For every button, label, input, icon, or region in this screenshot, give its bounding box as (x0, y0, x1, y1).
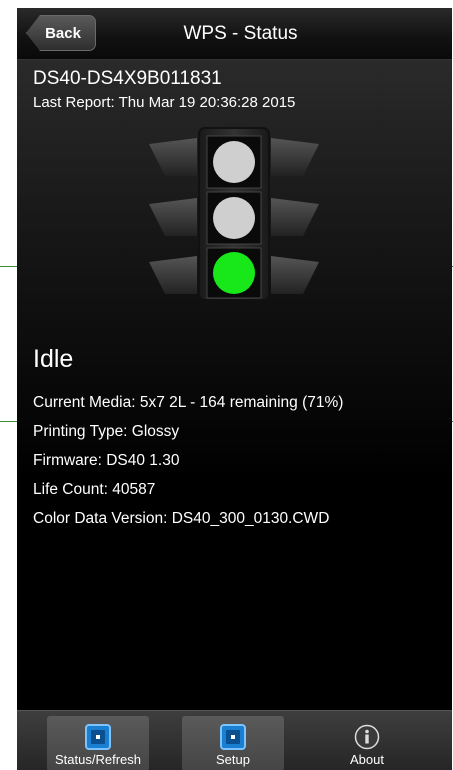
traffic-light-icon (149, 122, 319, 300)
device-name: DS40-DS4X9B011831 (33, 68, 222, 89)
printing-type: Printing Type: Glossy (33, 423, 180, 440)
left-guide-line (0, 266, 17, 267)
info-icon (354, 724, 380, 750)
bottom-lamp (213, 252, 255, 294)
life-count: Life Count: 40587 (33, 481, 156, 498)
setup-icon (220, 724, 246, 750)
page-title: WPS - Status (183, 23, 298, 44)
firmware: Firmware: DS40 1.30 (33, 452, 180, 469)
left-guide-line-2 (0, 421, 17, 422)
tab-setup[interactable]: Setup (182, 716, 284, 770)
tab-about-label: About (350, 752, 384, 767)
app-screen: Back WPS - Status DS40-DS4X9B011831 Last… (17, 8, 452, 770)
middle-lamp (213, 197, 255, 239)
current-media: Current Media: 5x7 2L - 164 remaining (7… (33, 394, 344, 411)
status-panel: DS40-DS4X9B011831 Last Report: Thu Mar 1… (17, 60, 452, 710)
tab-about[interactable]: About (316, 716, 418, 770)
tab-setup-label: Setup (216, 752, 250, 767)
last-report-time: Last Report: Thu Mar 19 20:36:28 2015 (33, 94, 296, 111)
title-bar: Back WPS - Status (17, 8, 452, 60)
printer-state: Idle (33, 345, 74, 373)
color-data-version: Color Data Version: DS40_300_0130.CWD (33, 510, 330, 527)
bottom-tab-bar: Status/Refresh Setup About (17, 710, 452, 770)
tab-status-refresh-label: Status/Refresh (55, 752, 141, 767)
tab-status-refresh[interactable]: Status/Refresh (47, 716, 149, 770)
top-lamp (213, 141, 255, 183)
status-icon (85, 724, 111, 750)
